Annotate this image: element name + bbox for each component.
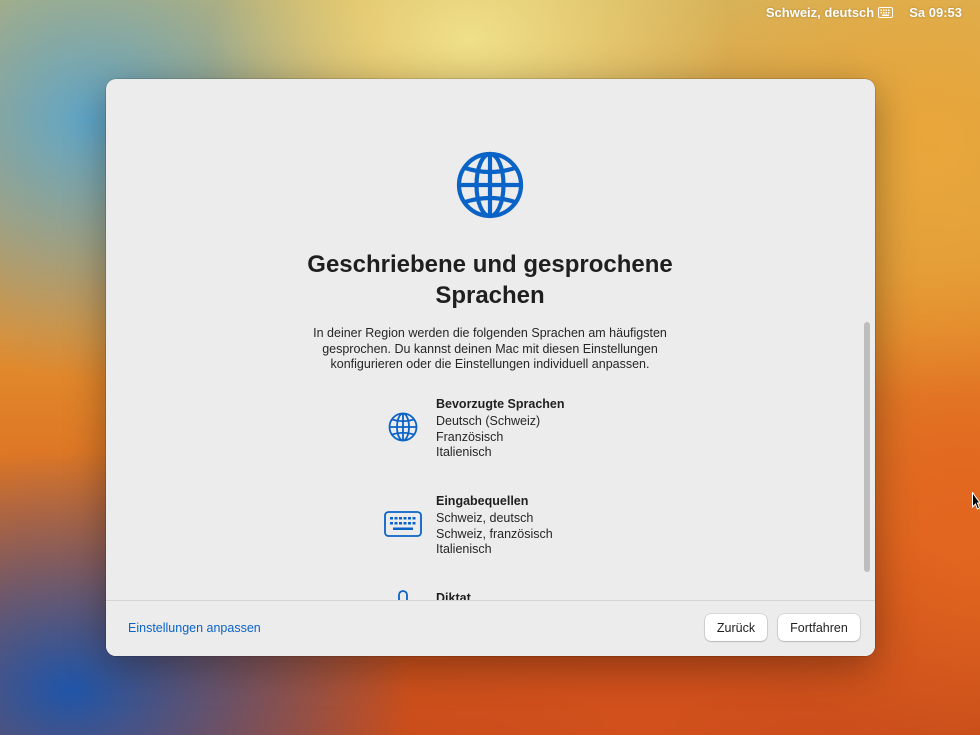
description-line-2: gesprochen. Du kannst deinen Mac mit die… (322, 341, 658, 356)
section-title: Diktat (436, 591, 471, 600)
microphone-icon (398, 590, 408, 600)
input-source-label: Schweiz, deutsch (765, 4, 875, 20)
description-line-1: In deiner Region werden die folgenden Sp… (313, 326, 667, 340)
dialog-footer: Einstellungen anpassen Zurück Fortfahren (106, 600, 875, 656)
desktop: Schweiz, deutsch Sa 09:53 Geschriebene u… (0, 0, 980, 735)
page-title-line-1: Geschriebene und gesprochene (307, 251, 673, 278)
section-dictation-text: Diktat (436, 590, 696, 600)
customize-settings-link[interactable]: Einstellungen anpassen (128, 621, 261, 635)
section-title: Eingabequellen (436, 494, 529, 508)
input-source-item: Schweiz, deutsch (436, 511, 534, 525)
language-item: Italienisch (436, 445, 492, 459)
input-source-item: Italienisch (436, 542, 492, 556)
language-item: Französisch (436, 429, 504, 444)
back-button[interactable]: Zurück (705, 614, 767, 641)
keyboard-icon (878, 6, 894, 18)
language-item: Deutsch (Schweiz) (436, 414, 541, 428)
section-preferred-languages: Bevorzugte Sprachen Deutsch (Schweiz) Fr… (384, 396, 684, 466)
page-title-line-2: Sprachen (435, 282, 545, 309)
globe-icon (388, 412, 418, 442)
description-line-3: konfigurieren oder die Einstellungen ind… (330, 357, 650, 371)
mouse-cursor-icon (972, 492, 980, 510)
dialog-content: Geschriebene und gesprochene Sprachen In… (106, 79, 875, 600)
page-title: Geschriebene und gesprochene Sprachen (240, 249, 740, 311)
input-source-item: Schweiz, französisch (436, 526, 553, 541)
section-preferred-languages-text: Bevorzugte Sprachen Deutsch (Schweiz) Fr… (436, 396, 696, 461)
input-source-menu[interactable]: Schweiz, deutsch (765, 4, 894, 20)
section-dictation: Diktat (384, 590, 684, 600)
setup-assistant-window: Geschriebene und gesprochene Sprachen In… (106, 79, 875, 656)
section-title: Bevorzugte Sprachen (436, 397, 565, 411)
section-input-sources-text: Eingabequellen Schweiz, deutsch Schweiz,… (436, 493, 696, 558)
menu-bar-clock[interactable]: Sa 09:53 (909, 5, 962, 20)
scrollbar[interactable] (861, 322, 871, 574)
continue-button[interactable]: Fortfahren (778, 614, 860, 641)
section-input-sources: Eingabequellen Schweiz, deutsch Schweiz,… (384, 493, 684, 563)
globe-icon (456, 151, 524, 219)
scrollbar-thumb[interactable] (864, 322, 870, 572)
keyboard-icon (384, 511, 422, 537)
menu-bar: Schweiz, deutsch Sa 09:53 (0, 0, 980, 24)
page-description: In deiner Region werden die folgenden Sp… (290, 326, 690, 373)
